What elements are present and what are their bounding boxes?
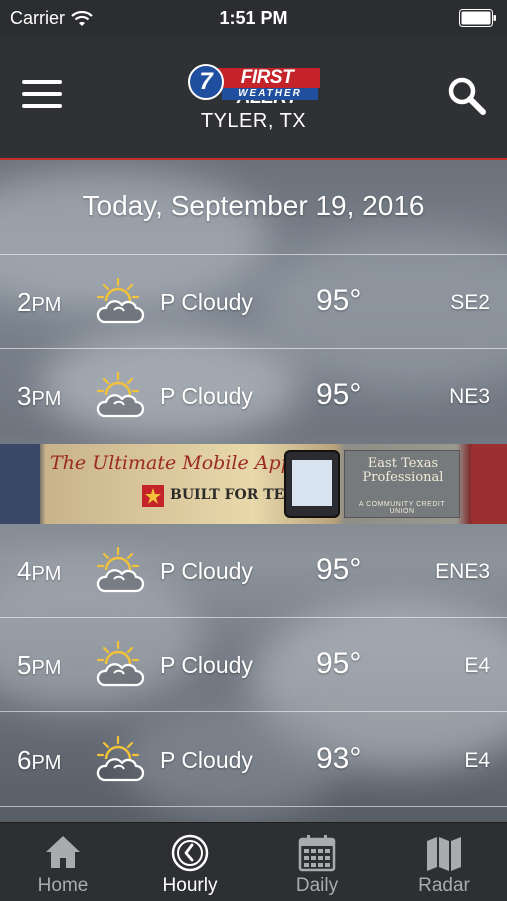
hour-temperature: 95° (316, 378, 362, 411)
hamburger-menu-icon[interactable] (22, 80, 62, 110)
location-label: TYLER, TX (200, 110, 307, 132)
logo-main-text: FIRST ALERT (214, 68, 320, 108)
hourly-row[interactable]: 5PM P Cloudy 95° E4 (0, 618, 507, 712)
tab-label: Daily (295, 875, 339, 896)
sponsor-logo: East Texas Professional A COMMUNITY CRED… (344, 450, 460, 518)
map-icon (427, 837, 461, 871)
partly-cloudy-icon (96, 546, 145, 593)
status-bar: Carrier 1:51 PM (0, 0, 507, 36)
home-icon (46, 836, 80, 868)
divider (0, 711, 507, 712)
tab-label: Radar (418, 875, 470, 896)
hour-temperature: 93° (316, 742, 362, 775)
logo-sub-text: WEATHER (222, 88, 318, 100)
phone-image (284, 450, 340, 518)
hour-condition: P Cloudy (160, 558, 253, 584)
tab-home[interactable]: Home (0, 823, 126, 901)
star-icon (142, 485, 164, 507)
hour-wind: E4 (464, 749, 490, 772)
hour-wind: SE2 (450, 291, 490, 314)
status-time: 1:51 PM (219, 8, 288, 28)
hour-wind: ENE3 (435, 560, 490, 583)
clock-icon (171, 834, 209, 872)
sponsor-name: East Texas Professional (362, 456, 444, 485)
battery-icon (459, 9, 496, 27)
partly-cloudy-icon (96, 735, 145, 782)
hour-time: 5PM (17, 650, 62, 680)
partly-cloudy-icon (96, 277, 145, 324)
hour-condition: P Cloudy (160, 652, 253, 678)
tab-label: Home (37, 875, 89, 896)
hour-time: 6PM (17, 745, 62, 775)
hour-wind: E4 (464, 654, 490, 677)
hour-condition: P Cloudy (160, 289, 253, 315)
app-header: FIRST ALERT WEATHER 7 TYLER, TX (0, 36, 507, 160)
hourly-row[interactable]: 4PM P Cloudy 95° ENE3 (0, 524, 507, 618)
date-heading: Today, September 19, 2016 (82, 190, 425, 221)
hourly-row[interactable]: 3PM P Cloudy 95° NE3 (0, 349, 507, 443)
hour-temperature: 95° (316, 553, 362, 586)
partly-cloudy-icon (96, 640, 145, 687)
hour-wind: NE3 (449, 385, 490, 408)
hour-time: 2PM (17, 287, 62, 317)
partly-cloudy-icon (96, 371, 145, 418)
hour-temperature: 95° (316, 647, 362, 680)
divider (0, 806, 507, 807)
hour-temperature: 95° (316, 284, 362, 317)
hourly-row[interactable]: 6PM P Cloudy 93° E4 (0, 713, 507, 807)
hour-condition: P Cloudy (160, 383, 253, 409)
search-icon[interactable] (445, 74, 489, 118)
tab-radar[interactable]: Radar (381, 823, 507, 901)
sponsor-subtitle: A COMMUNITY CREDIT UNION (358, 501, 446, 515)
tab-hourly[interactable]: Hourly (127, 823, 253, 901)
hourly-row[interactable]: 2PM P Cloudy 95° SE2 (0, 255, 507, 349)
hour-time: 3PM (17, 381, 62, 411)
ad-decor-left (0, 444, 40, 524)
calendar-icon (298, 835, 336, 872)
ad-title: The Ultimate Mobile App (50, 452, 293, 474)
tab-daily[interactable]: Daily (254, 823, 380, 901)
tab-bar: Home Hourly Daily Radar (0, 822, 507, 901)
ad-decor-right (471, 444, 507, 524)
logo-number: 7 (188, 64, 224, 100)
tab-label: Hourly (162, 875, 218, 896)
hour-condition: P Cloudy (160, 747, 253, 773)
first-alert-logo: FIRST ALERT WEATHER 7 (188, 64, 320, 108)
hour-time: 4PM (17, 556, 62, 586)
ad-banner[interactable]: The Ultimate Mobile App BUILT FOR TEXANS… (0, 444, 507, 524)
